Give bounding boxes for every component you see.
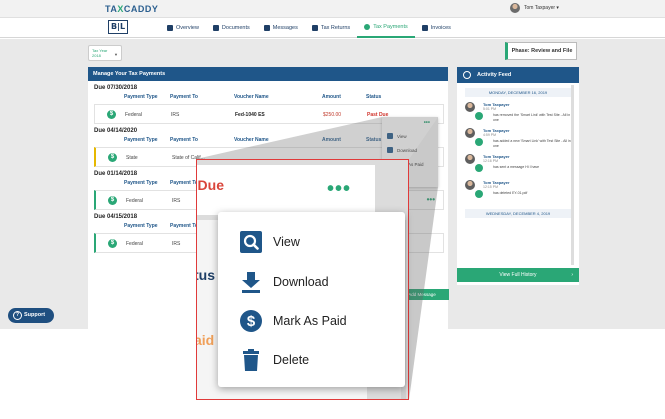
home-icon <box>167 25 173 31</box>
more-options-icon[interactable]: ••• <box>424 120 430 126</box>
user-avatar <box>510 3 520 13</box>
user-menu[interactable]: Tom Taxpayer ▾ <box>510 3 559 13</box>
avatar <box>465 154 475 164</box>
status-badge: aid <box>196 332 215 348</box>
row-actions-menu: View Download $ Mark As Paid Delete <box>218 212 405 387</box>
feed-entry: Tom Taxpayer 12:15 PM has deleted EY-01.p… <box>465 178 579 204</box>
view-search-icon <box>240 231 262 253</box>
documents-icon <box>212 25 219 31</box>
feed-scrollbar[interactable] <box>571 85 574 265</box>
workspace-logo: B|L <box>108 20 128 34</box>
payments-title: Manage Your Tax Payments <box>88 67 448 81</box>
feed-entry: Tom Taxpayer 4:59 PM has added a new 'Sma… <box>465 126 579 152</box>
more-options-icon[interactable]: ••• <box>427 195 435 204</box>
more-options-icon[interactable]: ••• <box>327 178 351 201</box>
nav-overview[interactable]: Overview <box>160 18 206 38</box>
download-icon <box>387 147 393 153</box>
dollar-icon <box>364 24 371 30</box>
activity-feed-header: Activity Feed <box>457 67 579 83</box>
menu-item-mark-paid[interactable]: $ Mark As Paid <box>218 300 405 340</box>
view-search-icon <box>387 133 393 139</box>
user-name: Tom Taxpayer ▾ <box>524 5 559 11</box>
menu-item-view[interactable]: View <box>218 221 405 261</box>
activity-icon <box>475 112 483 120</box>
dollar-circle-icon: $ <box>240 310 262 332</box>
chevron-down-icon: ▼ <box>114 52 118 57</box>
menu-item-download[interactable]: Download <box>382 143 438 157</box>
feed-entry: Tom Taxpayer 12:16 PM has sent a message … <box>465 152 579 178</box>
taxcaddy-logo[interactable]: TAXCADDY <box>105 4 158 14</box>
avatar <box>465 180 475 190</box>
feed-date: WEDNESDAY, DECEMBER 4, 2019 <box>465 209 571 218</box>
nav-tax-payments[interactable]: Tax Payments <box>357 18 415 38</box>
activity-icon <box>475 190 483 198</box>
top-bar: TAXCADDY Tom Taxpayer ▾ <box>0 0 665 18</box>
support-button[interactable]: ? Support <box>8 308 54 323</box>
dollar-icon: $ <box>108 153 117 162</box>
nav-documents[interactable]: Documents <box>206 18 257 38</box>
column-header-status: tus <box>196 267 215 283</box>
activity-icon <box>475 138 483 146</box>
chevron-right-icon: › <box>571 272 573 278</box>
phase-button[interactable]: Phase: Review and File <box>505 42 577 60</box>
invoices-icon <box>421 25 428 31</box>
help-icon: ? <box>13 311 22 320</box>
dollar-icon: $ <box>108 239 117 248</box>
messages-icon <box>263 25 270 31</box>
feed-entry: Tom Taxpayer 5:01 PM has removed the 'Sma… <box>465 100 579 126</box>
dollar-icon: $ <box>107 110 116 119</box>
view-full-history-button[interactable]: View Full History › <box>457 268 579 282</box>
activity-feed: Activity Feed MONDAY, DECEMBER 16, 2019 … <box>457 67 579 285</box>
due-date: Due 07/30/2018 <box>94 85 138 91</box>
svg-text:$: $ <box>247 313 256 330</box>
main-navigation: B|L Overview Documents Messages Tax Retu… <box>0 18 665 38</box>
nav-messages[interactable]: Messages <box>257 18 305 38</box>
menu-item-view[interactable]: View <box>382 129 438 143</box>
menu-item-delete[interactable]: Delete <box>218 339 405 379</box>
clock-icon <box>463 71 471 79</box>
trash-icon <box>243 349 259 371</box>
nav-invoices[interactable]: Invoices <box>415 18 458 38</box>
status-badge: t Due <box>197 177 224 193</box>
column-headers: Payment Type Payment To Voucher Name Amo… <box>124 94 382 100</box>
avatar <box>465 102 475 112</box>
avatar <box>465 128 475 138</box>
activity-icon <box>475 164 483 172</box>
tax-year-select[interactable]: Tax Year 2018 ▼ <box>88 45 122 61</box>
menu-item-download[interactable]: Download <box>218 261 405 301</box>
tax-returns-icon <box>311 25 318 31</box>
download-icon <box>242 272 260 293</box>
dollar-icon: $ <box>108 196 117 205</box>
feed-date: MONDAY, DECEMBER 16, 2019 <box>465 88 571 97</box>
nav-tax-returns[interactable]: Tax Returns <box>305 18 357 38</box>
